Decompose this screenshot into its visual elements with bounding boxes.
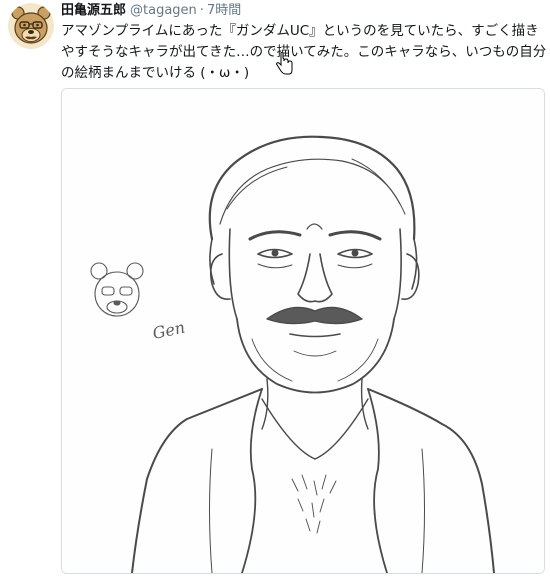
tweet-text-line: やすそうなキャラが出てきた…ので描いてみた。このキャラなら、いつもの自分 (61, 44, 547, 60)
tweet-timestamp[interactable]: 7時間 (207, 3, 241, 18)
bear-avatar-icon (8, 3, 54, 49)
tweet-text-line: の絵柄まんまでいける (・ω・) (61, 65, 250, 81)
separator-dot: · (199, 3, 204, 18)
hand-pointer-icon (275, 52, 293, 75)
character-sketch: Gen (62, 89, 544, 573)
tweet-media-image[interactable]: Gen (61, 88, 545, 574)
tweet-text-line: アマゾンプライムにあった『ガンダムUC』というのを見ていたら、すごく描き (61, 23, 539, 39)
tweet-text: アマゾンプライムにあった『ガンダムUC』というのを見ていたら、すごく描き やすそ… (61, 21, 547, 84)
tweet: 田亀源五郎 @tagagen · 7時間 アマゾンプライムにあった『ガンダムUC』とい… (0, 0, 550, 577)
display-name[interactable]: 田亀源五郎 (61, 3, 126, 18)
user-handle[interactable]: @tagagen (130, 3, 197, 18)
tweet-header: 田亀源五郎 @tagagen · 7時間 (61, 3, 241, 19)
avatar[interactable] (8, 3, 54, 49)
